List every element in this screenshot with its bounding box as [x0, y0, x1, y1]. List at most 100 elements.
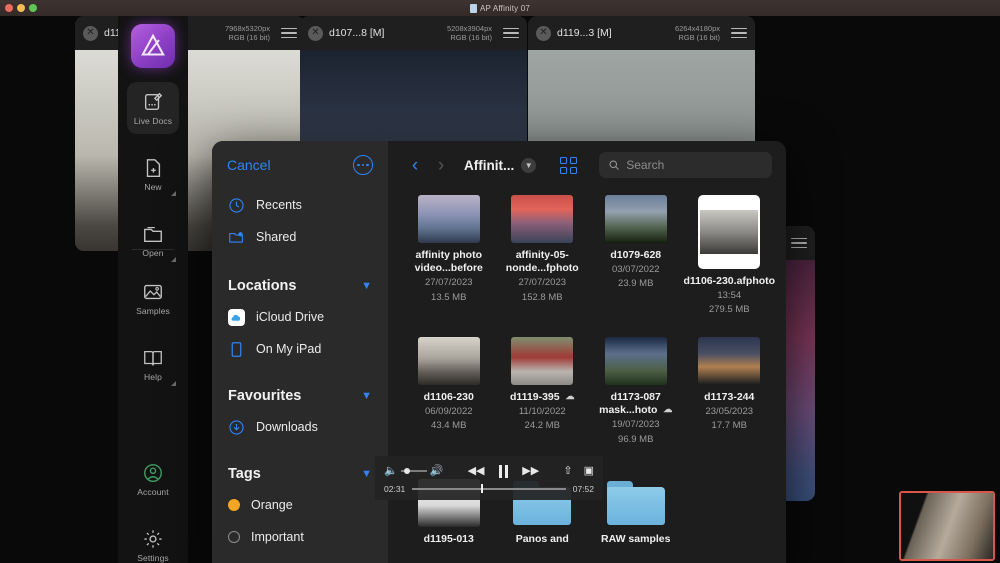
folder-item[interactable]: RAW samples [589, 473, 683, 563]
sidebar-item-label: Recents [256, 198, 302, 212]
fast-forward-icon[interactable]: ▶▶ [522, 465, 539, 477]
chevron-down-icon[interactable]: ▼ [361, 390, 372, 402]
file-size: 96.9 MB [618, 433, 654, 445]
sidebar-item-new[interactable]: New [127, 148, 179, 200]
sidebar-item-live-docs[interactable]: Live Docs [127, 82, 179, 134]
file-item[interactable]: d1079-628 03/07/2022 23.9 MB [589, 189, 683, 331]
search-icon [609, 160, 620, 170]
chevron-down-icon[interactable]: ▼ [361, 280, 372, 292]
file-size: 24.2 MB [524, 420, 560, 432]
cancel-button[interactable]: Cancel [227, 157, 271, 173]
document-preview [700, 210, 759, 254]
volume-slider[interactable] [400, 467, 427, 474]
file-date: 19/07/2023 [611, 419, 660, 431]
volume-knob[interactable] [403, 467, 410, 474]
file-date: 06/09/2022 [424, 406, 473, 418]
window-titlebar: AP Affinity 07 [0, 0, 1000, 16]
file-item[interactable]: affinity-05-nonde...fphoto 27/07/2023 15… [496, 189, 590, 331]
picture-in-picture-icon[interactable]: ▣ [584, 465, 594, 477]
account-person-icon [144, 463, 162, 482]
rewind-icon[interactable]: ◀◀ [468, 465, 485, 477]
sidebar-item-shared[interactable]: Shared [212, 221, 388, 253]
close-document-button[interactable]: ✕ [536, 25, 551, 41]
file-item[interactable]: d1173-087 mask...hoto ☁ 19/07/2023 96.9 … [589, 331, 683, 473]
sidebar-item-tag-orange[interactable]: Orange [212, 489, 388, 521]
zoom-window-button[interactable] [29, 4, 37, 12]
ellipsis-circle-icon[interactable] [353, 155, 373, 175]
new-document-icon [146, 158, 161, 177]
speaker-low-icon[interactable]: 🔈 [384, 465, 398, 477]
sidebar-item-icloud-drive[interactable]: iCloud Drive [212, 301, 388, 333]
chevron-down-icon[interactable]: ▼ [521, 157, 537, 173]
chevron-right-icon[interactable]: › [428, 156, 454, 175]
file-item[interactable]: d1173-244 23/05/2023 17.7 MB [683, 331, 777, 473]
speaker-high-icon[interactable]: 🔊 [430, 465, 444, 477]
expand-corner-icon [171, 381, 176, 386]
sidebar-item-recents[interactable]: Recents [212, 189, 388, 221]
document-menu-icon[interactable] [503, 27, 519, 39]
sidebar-item-tag-important[interactable]: Important [212, 521, 388, 553]
minimize-window-button[interactable] [17, 4, 25, 12]
search-placeholder: Search [626, 158, 665, 172]
file-item[interactable]: d1106-230.afphoto 13:54 279.5 MB [683, 189, 777, 331]
file-name: d1195-013 [423, 533, 474, 545]
sidebar-item-label: Settings [137, 552, 169, 563]
document-menu-icon[interactable] [791, 237, 807, 249]
document-name: d107...8 [M] [329, 27, 385, 39]
chevron-left-icon[interactable]: ‹ [402, 156, 428, 175]
chevron-down-icon[interactable]: ▼ [361, 468, 372, 480]
player-extra-buttons: ⇧ ▣ [563, 465, 594, 477]
app-canvas: ✕ d110...0 [M] 7968x5320px RGB (16 bit) … [0, 16, 1000, 563]
close-document-button[interactable]: ✕ [308, 25, 323, 41]
open-folder-icon [144, 226, 162, 242]
sidebar-item-account[interactable]: Account [127, 453, 179, 505]
sidebar-section-tags[interactable]: Tags ▼ [212, 459, 388, 489]
file-grid: affinity photo video...before 27/07/2023… [402, 189, 776, 563]
sidebar-item-label: Orange [251, 498, 293, 512]
live-docs-icon [144, 92, 163, 110]
document-dimensions: 6264x4180px [674, 23, 720, 33]
picture-in-picture-window[interactable] [899, 491, 995, 561]
share-icon[interactable]: ⇧ [563, 465, 572, 477]
sidebar-item-samples[interactable]: Samples [127, 272, 179, 324]
document-menu-icon[interactable] [731, 27, 747, 39]
sidebar-item-tag-home[interactable]: Home [212, 553, 388, 563]
document-menu-icon[interactable] [281, 27, 297, 39]
file-item[interactable]: d1119-395 ☁ 11/10/2022 24.2 MB [496, 331, 590, 473]
sidebar-item-on-my-ipad[interactable]: On My iPad [212, 333, 388, 365]
volume-control[interactable]: 🔈 🔊 [384, 465, 444, 477]
pip-video-frame [901, 493, 993, 559]
grid-view-icon[interactable] [560, 156, 578, 174]
sidebar-item-open[interactable]: Open [127, 214, 179, 266]
close-document-button[interactable]: ✕ [83, 25, 98, 41]
expand-corner-icon [171, 257, 176, 262]
file-size: 17.7 MB [711, 420, 747, 432]
sidebar-item-label: Help [144, 371, 162, 382]
breadcrumb[interactable]: Affinit... ▼ [464, 157, 537, 173]
sidebar-item-downloads[interactable]: Downloads [212, 411, 388, 443]
file-item[interactable]: affinity photo video...before 27/07/2023… [402, 189, 496, 331]
document-colormode: RGB (16 bit) [228, 33, 270, 42]
sidebar-item-help[interactable]: Help [127, 338, 179, 390]
window-title-text: AP Affinity 07 [479, 3, 531, 13]
pause-icon[interactable] [498, 464, 509, 478]
clock-icon [229, 197, 244, 213]
window-traffic-lights[interactable] [5, 4, 37, 12]
samples-image-icon [144, 284, 162, 299]
sidebar-section-locations[interactable]: Locations ▼ [212, 271, 388, 301]
media-player-controls[interactable]: 🔈 🔊 ◀◀ ▶▶ ⇧ ▣ 02:31 07:52 [375, 456, 603, 500]
progress-handle[interactable] [481, 484, 483, 494]
download-circle-icon [229, 419, 244, 435]
file-thumbnail [698, 195, 761, 269]
sidebar-section-favourites[interactable]: Favourites ▼ [212, 381, 388, 411]
search-input[interactable]: Search [599, 152, 772, 178]
file-date: 11/10/2022 [518, 406, 566, 418]
file-size: 279.5 MB [708, 304, 750, 316]
sidebar-item-settings[interactable]: Settings [127, 519, 179, 563]
file-item[interactable]: d1106-230 06/09/2022 43.4 MB [402, 331, 496, 473]
progress-slider[interactable] [412, 484, 566, 494]
affinity-photo-icon[interactable] [131, 24, 175, 68]
close-window-button[interactable] [5, 4, 13, 12]
